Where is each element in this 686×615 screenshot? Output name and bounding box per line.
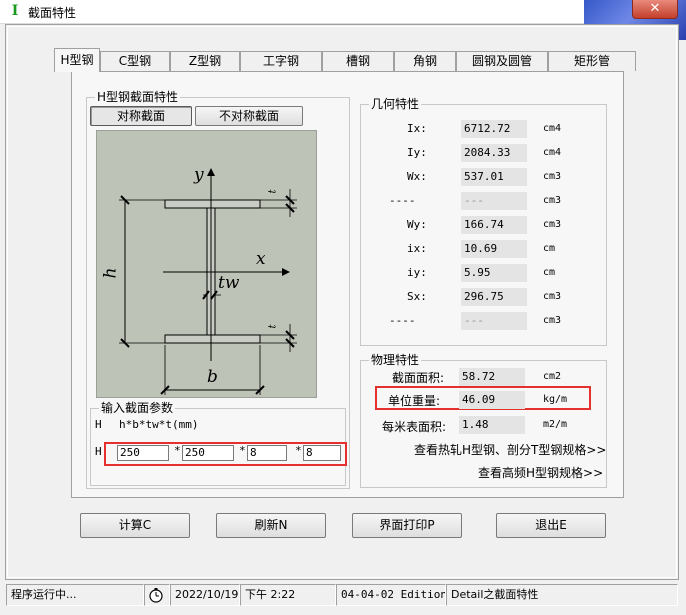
area-unit: cm2 (543, 371, 562, 382)
h-section-drawing (119, 168, 297, 395)
tab-z-steel[interactable]: Z型钢 (170, 51, 240, 71)
tab-channel[interactable]: 槽钢 (322, 51, 394, 71)
status-edition: 04-04-02 Edition (336, 584, 446, 606)
status-date: 2022/10/19 (170, 584, 240, 606)
geometry-group-title: 几何特性 (369, 97, 422, 111)
tab-h-steel[interactable]: H型钢 (54, 48, 100, 72)
tab-round-tube[interactable]: 圆钢及圆管 (456, 51, 548, 71)
web-thickness-label: tw (218, 273, 240, 293)
sx-label: Sx: (407, 290, 427, 303)
area-value: 58.72 (459, 368, 525, 386)
blank-2-label: ---- (389, 314, 416, 327)
wx-label: Wx: (407, 170, 427, 183)
exit-button[interactable]: 退出E (496, 513, 606, 538)
tab-c-steel[interactable]: C型钢 (100, 51, 170, 71)
sx-value: 296.75 (461, 288, 527, 306)
area-label: 截面面积: (392, 371, 445, 385)
tab-i-beam[interactable]: 工字钢 (240, 51, 322, 71)
formula-hint: h*b*tw*t(mm) (119, 418, 199, 431)
radius-y-unit: cm (543, 267, 556, 278)
flange-thickness-bottom-label: t (267, 324, 279, 329)
wy-label: Wy: (407, 218, 427, 231)
input-row-label: H (95, 445, 102, 458)
h-section-group-title: H型钢截面特性 (95, 90, 181, 104)
blank-2-value: --- (461, 312, 527, 330)
sx-unit: cm3 (543, 291, 562, 302)
sep-1: * (174, 444, 181, 457)
flange-thickness-top-label: t (267, 189, 279, 194)
refresh-button[interactable]: 刷新N (216, 513, 326, 538)
input-params-group-title: 输入截面参数 (99, 401, 176, 415)
status-detail: Detail之截面特性 (446, 584, 678, 606)
ix-label: Ix: (407, 122, 427, 135)
y-axis-label: y (194, 165, 204, 185)
physical-group-title: 物理特性 (369, 353, 422, 367)
surface-area-value: 1.48 (459, 416, 525, 434)
blank-2-unit: cm3 (543, 315, 562, 326)
stopwatch-icon (148, 587, 164, 603)
unit-weight-value: 46.09 (459, 391, 525, 409)
x-axis-label: x (256, 249, 266, 269)
radius-x-label: ix: (407, 242, 427, 255)
unit-weight-label: 单位重量: (388, 394, 441, 408)
tab-angle[interactable]: 角钢 (394, 51, 456, 71)
wx-value: 537.01 (461, 168, 527, 186)
asymmetric-section-button[interactable]: 不对称截面 (195, 106, 303, 126)
high-freq-spec-link[interactable]: 查看高频H型钢规格>> (478, 464, 603, 481)
h-section-diagram: y x h tw b t t (96, 130, 317, 398)
radius-y-label: iy: (407, 266, 427, 279)
surface-area-label: 每米表面积: (382, 420, 447, 434)
window-title: 截面特性 (28, 6, 77, 20)
ix-value: 6712.72 (461, 120, 527, 138)
symmetric-section-button[interactable]: 对称截面 (90, 106, 192, 126)
wy-unit: cm3 (543, 219, 562, 230)
width-label: b (207, 367, 218, 387)
close-button[interactable]: ✕ (632, 0, 678, 19)
sep-2: * (239, 444, 246, 457)
blank-1-unit: cm3 (543, 195, 562, 206)
app-icon: I (11, 3, 19, 19)
status-running: 程序运行中... (6, 584, 144, 606)
height-label: h (100, 267, 121, 279)
print-button[interactable]: 界面打印P (352, 513, 462, 538)
flange-thickness-input[interactable]: 8 (303, 445, 341, 461)
iy-value: 2084.33 (461, 144, 527, 162)
height-input[interactable]: 250 (117, 445, 169, 461)
wy-value: 166.74 (461, 216, 527, 234)
formula-h-label: H (95, 418, 102, 431)
wx-unit: cm3 (543, 171, 562, 182)
radius-y-value: 5.95 (461, 264, 527, 282)
status-time: 下午 2:22 (240, 584, 336, 606)
unit-weight-unit: kg/m (543, 394, 568, 405)
blank-1-value: --- (461, 192, 527, 210)
blank-1-label: ---- (389, 194, 416, 207)
sep-3: * (295, 444, 302, 457)
width-input[interactable]: 250 (182, 445, 234, 461)
iy-label: Iy: (407, 146, 427, 159)
status-clock-cell (144, 584, 170, 606)
hot-rolled-spec-link[interactable]: 查看热轧H型钢、剖分T型钢规格>> (414, 441, 606, 458)
radius-x-value: 10.69 (461, 240, 527, 258)
web-thickness-input[interactable]: 8 (247, 445, 287, 461)
tab-rect-tube[interactable]: 矩形管 (548, 51, 636, 71)
ix-unit: cm4 (543, 123, 562, 134)
iy-unit: cm4 (543, 147, 562, 158)
calculate-button[interactable]: 计算C (80, 513, 190, 538)
radius-x-unit: cm (543, 243, 556, 254)
surface-area-unit: m2/m (543, 419, 568, 430)
